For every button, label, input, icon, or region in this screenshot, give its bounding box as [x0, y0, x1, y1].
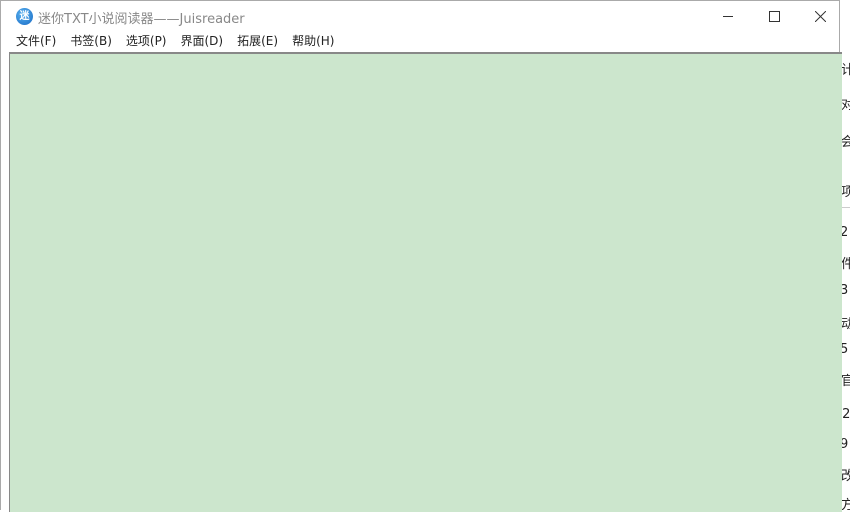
reading-area[interactable] [9, 52, 842, 512]
menu-bar: 文件(F) 书签(B) 选项(P) 界面(D) 拓展(E) 帮助(H) [1, 31, 839, 52]
bg-text: 计 [841, 63, 850, 78]
menu-extensions[interactable]: 拓展(E) [230, 31, 285, 52]
bg-text: 件 [841, 257, 850, 272]
window-title: 迷你TXT小说阅读器——Juisreader [38, 12, 245, 27]
maximize-icon [768, 10, 780, 22]
bg-text: .2 [841, 407, 850, 422]
background-window-edge: 计 对 会 项 2 件 3 动 5 官 .2 9 改 方 [841, 0, 850, 510]
bg-text: 官 [841, 374, 850, 389]
menu-options[interactable]: 选项(P) [119, 31, 174, 52]
menu-bookmarks[interactable]: 书签(B) [63, 31, 119, 52]
bg-text: 动 [841, 317, 850, 332]
app-icon: 迷 [16, 8, 33, 25]
bg-text: 3 [841, 283, 849, 298]
bg-text: 9 [841, 437, 849, 452]
bg-text: 对 [841, 98, 850, 113]
menu-interface[interactable]: 界面(D) [174, 31, 231, 52]
title-bar[interactable]: 迷 迷你TXT小说阅读器——Juisreader [1, 1, 839, 31]
bg-text: 会 [841, 135, 850, 150]
divider [841, 207, 850, 208]
bg-text: 项 [841, 185, 850, 200]
bg-text: 改 [841, 469, 850, 484]
reader-window: 迷 迷你TXT小说阅读器——Juisreader 文件(F) 书签(B) 选项(… [0, 0, 842, 512]
bg-text: 2 [841, 225, 849, 240]
maximize-button[interactable] [751, 1, 797, 31]
minimize-button[interactable] [705, 1, 751, 31]
close-button[interactable] [797, 1, 843, 31]
bg-text: 方 [841, 498, 850, 510]
close-icon [814, 10, 826, 22]
menu-help[interactable]: 帮助(H) [285, 31, 341, 52]
bg-text: 5 [841, 342, 849, 357]
minimize-icon [723, 16, 733, 17]
menu-file[interactable]: 文件(F) [9, 31, 63, 52]
